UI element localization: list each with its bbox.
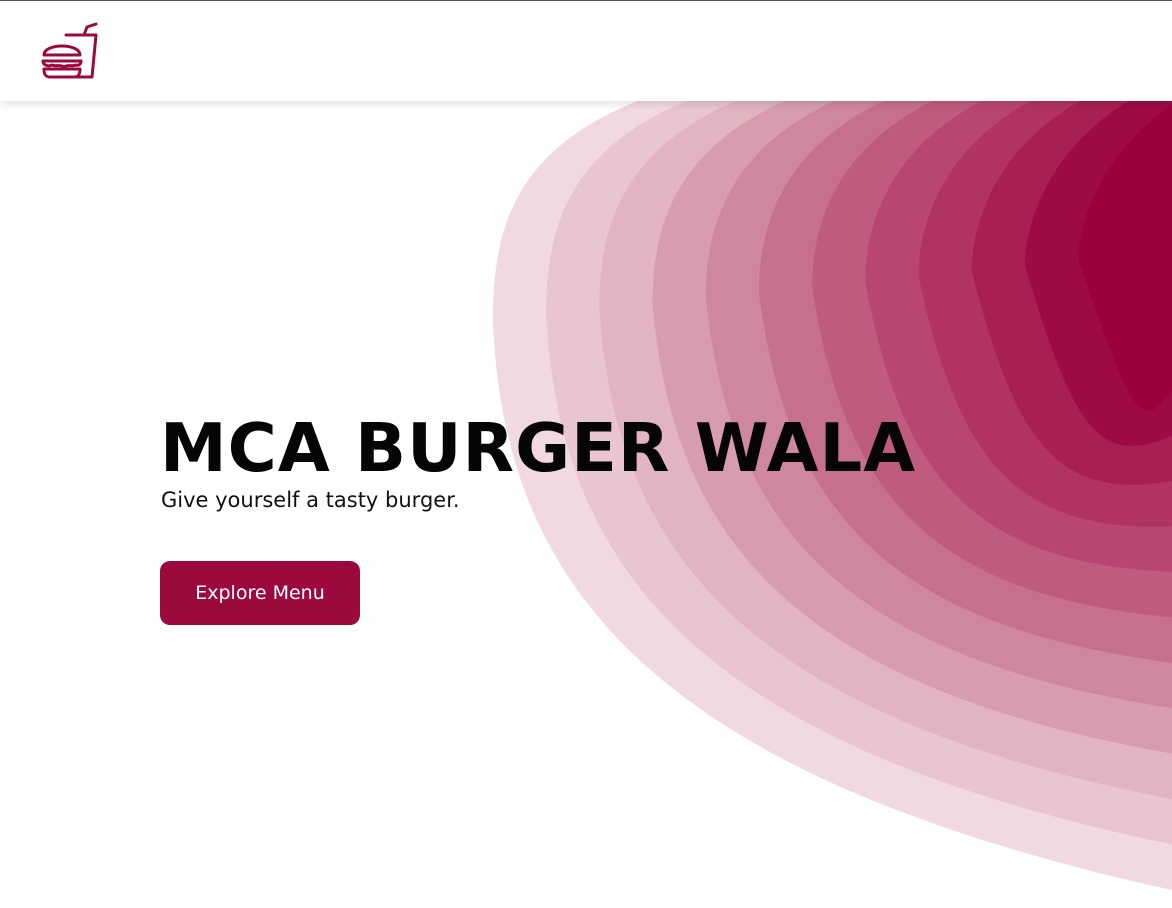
site-header (0, 1, 1172, 101)
explore-menu-button[interactable]: Explore Menu (160, 561, 360, 625)
hero-subtitle: Give yourself a tasty burger. (161, 488, 460, 512)
burger-and-drink-icon (41, 22, 98, 79)
hero-section: MCA BURGER WALA Give yourself a tasty bu… (160, 408, 917, 625)
logo-link[interactable] (40, 21, 100, 83)
hero-title: MCA BURGER WALA (160, 409, 917, 487)
